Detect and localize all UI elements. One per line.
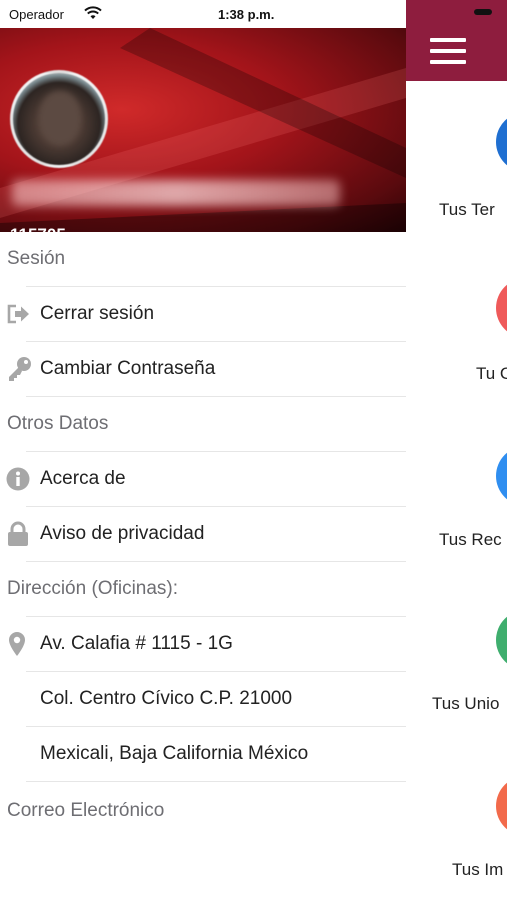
tile-label-5[interactable]: Tus Im [452, 860, 503, 880]
address-line-1-label: Av. Calafia # 1115 - 1G [40, 633, 233, 654]
tile-label-1[interactable]: Tus Ter [439, 200, 495, 220]
user-name-redacted [12, 180, 340, 206]
address-line-2-label: Col. Centro Cívico C.P. 21000 [40, 688, 293, 709]
section-session: Sesión [7, 248, 66, 269]
main-screen-peek[interactable]: Tus Ter Tu C Tus Rec Tus Unio Tus Im [406, 0, 507, 900]
tile-icon-1[interactable] [496, 112, 507, 172]
info-icon [6, 467, 30, 491]
battery-icon [474, 9, 492, 15]
side-drawer: Operador 1:38 p.m. 115705 Sesión Cerrar … [0, 0, 406, 900]
lock-icon [8, 521, 28, 546]
tile-label-2[interactable]: Tu C [476, 364, 507, 384]
profile-header: 115705 [0, 28, 406, 232]
privacy-item[interactable]: Aviso de privacidad [0, 507, 406, 561]
carrier-label: Operador [9, 7, 64, 22]
section-other: Otros Datos [7, 413, 109, 434]
drawer-menu: Sesión Cerrar sesión Cambiar Contraseña … [0, 232, 406, 838]
change-password-item[interactable]: Cambiar Contraseña [0, 342, 406, 396]
section-address: Dirección (Oficinas): [7, 578, 179, 599]
tile-icon-2[interactable] [496, 278, 507, 338]
tile-icon-3[interactable] [496, 446, 507, 506]
hamburger-menu-icon[interactable] [430, 38, 466, 66]
tile-icon-5[interactable] [496, 776, 507, 836]
tile-label-3[interactable]: Tus Rec [439, 530, 502, 550]
logout-label: Cerrar sesión [40, 303, 155, 324]
clock: 1:38 p.m. [218, 7, 275, 22]
address-line-2: Col. Centro Cívico C.P. 21000 [0, 672, 406, 726]
address-line-3-label: Mexicali, Baja California México [40, 743, 309, 764]
change-password-label: Cambiar Contraseña [40, 358, 216, 379]
about-item[interactable]: Acerca de [0, 452, 406, 506]
key-icon [9, 357, 31, 381]
privacy-label: Aviso de privacidad [40, 523, 205, 544]
tile-label-4[interactable]: Tus Unio [432, 694, 499, 714]
about-label: Acerca de [40, 468, 126, 489]
logout-item[interactable]: Cerrar sesión [0, 287, 406, 341]
navigation-bar [406, 0, 507, 81]
map-marker-icon [9, 632, 25, 656]
tile-icon-4[interactable] [496, 610, 507, 670]
wifi-icon [84, 6, 102, 19]
section-email: Correo Electrónico [7, 800, 165, 821]
address-line-3: Mexicali, Baja California México [0, 727, 406, 781]
avatar[interactable] [10, 70, 108, 168]
address-line-1[interactable]: Av. Calafia # 1115 - 1G [0, 617, 406, 671]
user-id: 115705 [10, 225, 66, 232]
sign-out-icon [7, 304, 29, 324]
status-bar: Operador 1:38 p.m. [0, 0, 406, 28]
